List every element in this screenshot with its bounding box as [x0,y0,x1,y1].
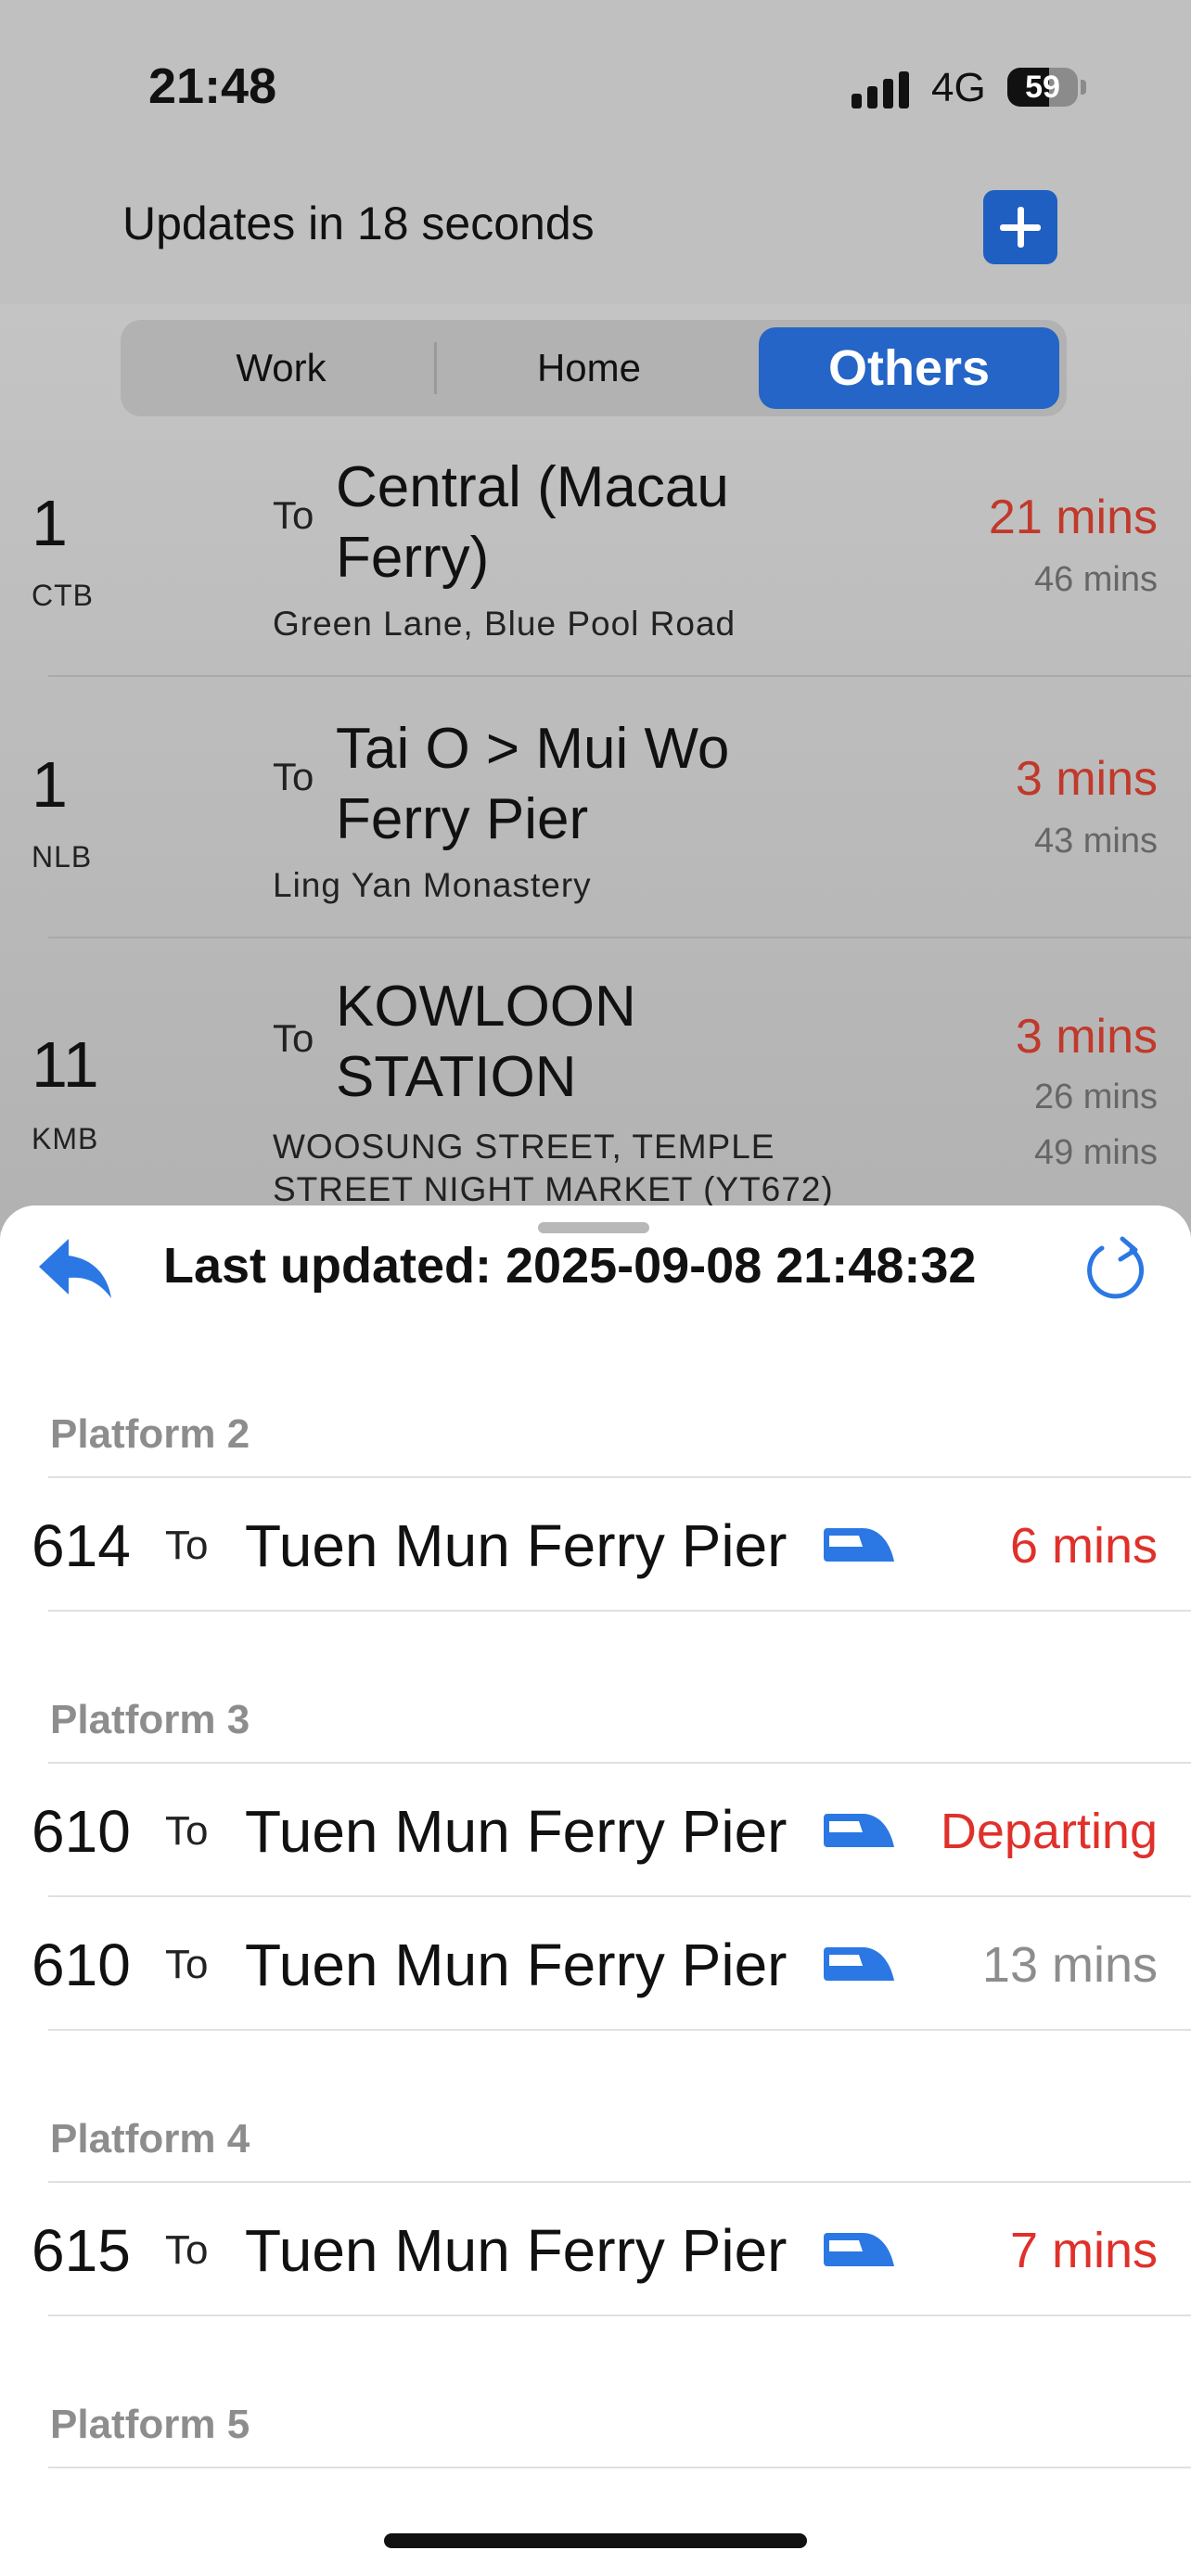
route-to-label: To [273,1016,314,1060]
platform-label: Platform 4 [50,2116,250,2162]
platform-label: Platform 3 [50,1697,250,1742]
route-row[interactable]: 1 NLB To Tai O > Mui Wo Ferry Pier Ling … [0,697,1191,938]
last-updated: Last updated: 2025-09-08 21:48:32 [163,1238,977,1294]
row-divider [48,1610,1191,1612]
status-time: 21:48 [148,58,277,114]
train-route-number: 614 [32,1512,131,1579]
add-button[interactable] [983,190,1057,264]
eta-main: 3 mins [1015,752,1158,806]
train-to-label: To [165,1942,209,1987]
train-destination: Tuen Mun Ferry Pier [245,1512,788,1579]
route-row[interactable]: 11 KMB To KOWLOON STATION WOOSUNG STREET… [0,959,1191,1208]
tab-work[interactable]: Work [128,327,434,409]
battery-tip [1081,80,1086,95]
row-divider [48,2029,1191,2031]
row-divider [48,2315,1191,2316]
train-row[interactable]: 614 To Tuen Mun Ferry Pier 6 mins [0,1478,1191,1612]
eta-main: 3 mins [1015,1010,1158,1064]
home-indicator[interactable] [384,2533,807,2548]
train-to-label: To [165,1808,209,1854]
section-divider [48,2467,1191,2468]
tab-others[interactable]: Others [759,327,1059,409]
eta-main: 21 mins [988,491,1158,544]
route-number: 11 [32,1028,99,1101]
train-eta: 13 mins [981,1937,1158,1993]
network-type: 4G [931,65,986,110]
route-stop: WOOSUNG STREET, TEMPLE STREET NIGHT MARK… [273,1128,834,1208]
train-eta: 6 mins [1009,1518,1158,1574]
status-bar: 21:48 4G 59 [0,0,1191,176]
route-destination: Central (Macau Ferry) [336,455,729,590]
route-company: NLB [32,840,93,874]
back-button[interactable] [37,1235,115,1302]
platform-label: Platform 2 [50,1411,250,1457]
battery-percent: 59 [1025,70,1060,105]
train-eta: Departing [940,1804,1158,1859]
route-number: 1 [32,487,68,559]
train-destination: Tuen Mun Ferry Pier [245,1798,788,1865]
route-destination: Tai O > Mui Wo Ferry Pier [336,717,730,851]
platform-label: Platform 5 [50,2402,250,2447]
route-stop: Ling Yan Monastery [273,866,592,904]
train-row[interactable]: 610 To Tuen Mun Ferry Pier Departing [0,1764,1191,1897]
route-stop: Green Lane, Blue Pool Road [273,605,736,643]
light-rail-icon [824,2233,894,2266]
train-row[interactable]: 610 To Tuen Mun Ferry Pier 13 mins [0,1897,1191,2031]
row-divider [48,937,1191,938]
train-route-number: 615 [32,2217,131,2284]
group-segmented-control: Work Home Others [121,320,1067,416]
route-destination: KOWLOON STATION [336,975,636,1109]
train-to-label: To [165,1523,209,1568]
light-rail-icon [824,1528,894,1562]
route-to-label: To [273,755,314,798]
sheet-grabber[interactable] [538,1222,649,1233]
eta-next: 26 mins [1033,1078,1158,1116]
route-number: 1 [32,748,68,821]
train-to-label: To [165,2227,209,2273]
train-eta: 7 mins [1009,2223,1158,2278]
train-route-number: 610 [32,1798,131,1865]
eta-next: 43 mins [1033,822,1158,861]
eta-next: 49 mins [1033,1133,1158,1172]
battery-icon: 59 [1007,68,1078,107]
light-rail-icon [824,1814,894,1847]
back-arrow-icon [39,1239,111,1298]
refresh-button[interactable] [1082,1233,1152,1304]
train-row[interactable]: 615 To Tuen Mun Ferry Pier 7 mins [0,2183,1191,2316]
route-company: CTB [32,579,94,612]
route-to-label: To [273,493,314,537]
route-row[interactable]: 1 CTB To Central (Macau Ferry) Green Lan… [0,436,1191,677]
tab-home[interactable]: Home [436,327,742,409]
train-route-number: 610 [32,1932,131,1998]
route-company: KMB [32,1122,99,1155]
light-rail-icon [824,1947,894,1981]
updates-countdown: Updates in 18 seconds [122,198,595,249]
eta-next: 46 mins [1033,560,1158,599]
train-destination: Tuen Mun Ferry Pier [245,2217,788,2284]
cellular-signal-icon [852,70,909,108]
row-divider [48,675,1191,677]
refresh-icon [1087,1236,1145,1299]
train-destination: Tuen Mun Ferry Pier [245,1932,788,1998]
